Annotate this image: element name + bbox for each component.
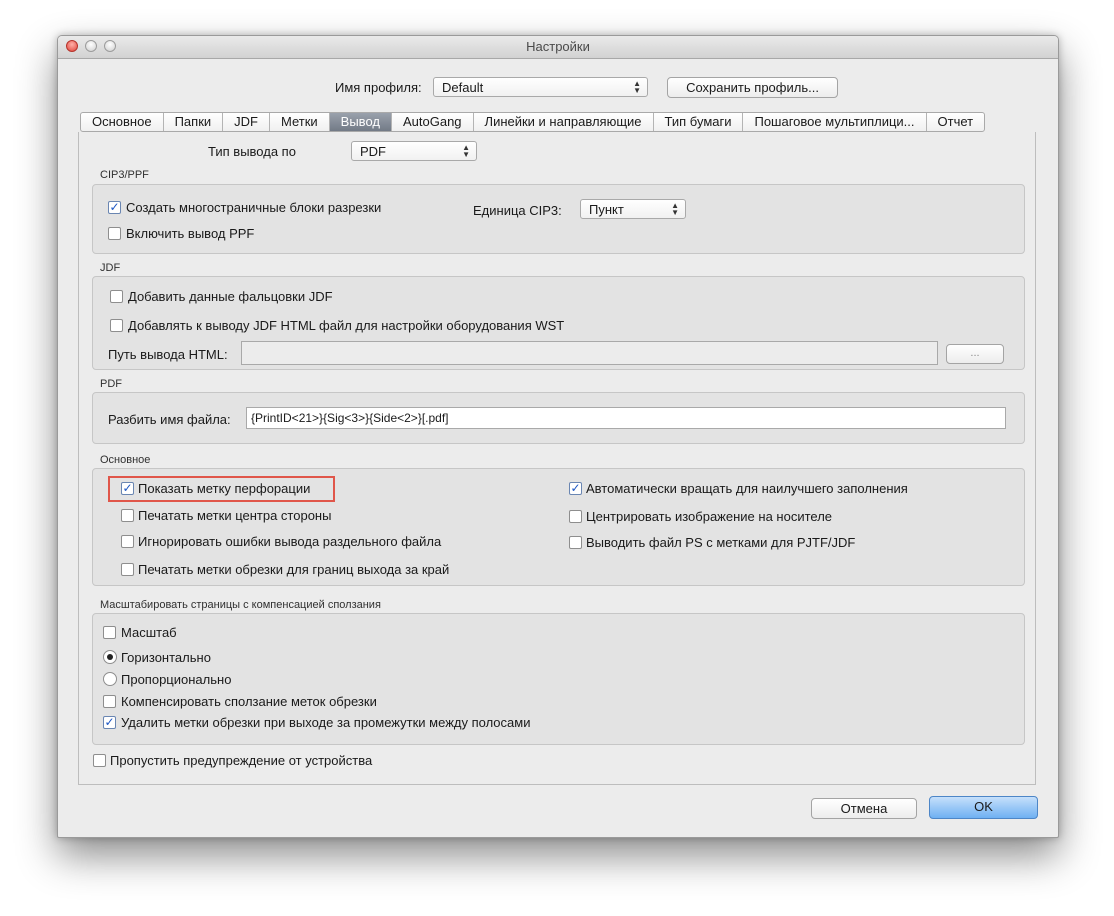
output-tab-panel: Тип вывода по PDF ▲ ▼ CIP3/PPF ✓ Создать …: [78, 132, 1036, 785]
split-name-input[interactable]: {PrintID<21>}{Sig<3>}{Side<2>}[.pdf]: [246, 407, 1006, 429]
cip3-unit-value: Пункт: [589, 202, 624, 217]
html-path-label: Путь вывода HTML:: [108, 347, 228, 362]
auto-rotate-checkbox[interactable]: ✓: [569, 482, 582, 495]
add-html-checkbox[interactable]: [110, 319, 123, 332]
output-type-select[interactable]: PDF ▲ ▼: [351, 141, 477, 161]
scale-label: Масштаб: [121, 625, 177, 640]
tab-basic[interactable]: Основное: [81, 113, 164, 131]
select-arrows-icon: ▲ ▼: [671, 201, 679, 217]
scale-group-title: Масштабировать страницы с компенсацией с…: [100, 599, 381, 611]
tab-paper-type[interactable]: Тип бумаги: [654, 113, 744, 131]
ok-button[interactable]: OK: [929, 796, 1038, 819]
ps-marks-label: Выводить файл PS с метками для PJTF/JDF: [586, 535, 856, 550]
save-profile-button[interactable]: Сохранить профиль...: [667, 77, 838, 98]
print-center-label: Печатать метки центра стороны: [138, 508, 332, 523]
html-path-input[interactable]: [241, 341, 938, 365]
tab-marks[interactable]: Метки: [270, 113, 330, 131]
tab-autogang[interactable]: AutoGang: [392, 113, 474, 131]
tab-rulers-guides[interactable]: Линейки и направляющие: [474, 113, 654, 131]
jdf-group: Добавить данные фальцовки JDF Добавлять …: [92, 276, 1025, 370]
select-arrows-icon: ▲ ▼: [462, 143, 470, 159]
general-group: ✓ Показать метку перфорации Печатать мет…: [92, 468, 1025, 586]
title-bar: Настройки: [58, 36, 1058, 59]
cip3-unit-label: Единица CIP3:: [473, 203, 562, 218]
scale-group: Масштаб Горизонтально Пропорционально Ко…: [92, 613, 1025, 745]
remove-trim-checkbox[interactable]: ✓: [103, 716, 116, 729]
jdf-group-title: JDF: [100, 262, 121, 274]
tab-jdf[interactable]: JDF: [223, 113, 270, 131]
cancel-button[interactable]: Отмена: [811, 798, 917, 819]
print-center-checkbox[interactable]: [121, 509, 134, 522]
add-html-label: Добавлять к выводу JDF HTML файл для нас…: [128, 318, 565, 333]
profile-select-value: Default: [442, 80, 484, 95]
cip3-group-title: CIP3/PPF: [100, 169, 149, 181]
create-blocks-label: Создать многостраничные блоки разрезки: [126, 200, 382, 215]
tab-folders[interactable]: Папки: [164, 113, 224, 131]
print-trim-checkbox[interactable]: [121, 563, 134, 576]
output-type-label: Тип вывода по: [208, 144, 296, 159]
auto-rotate-label: Автоматически вращать для наилучшего зап…: [586, 481, 908, 496]
window-title: Настройки: [526, 39, 590, 54]
proportional-radio[interactable]: [103, 672, 117, 686]
scale-checkbox[interactable]: [103, 626, 116, 639]
ps-marks-checkbox[interactable]: [569, 536, 582, 549]
create-blocks-checkbox[interactable]: ✓: [108, 201, 121, 214]
pdf-group: Разбить имя файла: {PrintID<21>}{Sig<3>}…: [92, 392, 1025, 444]
profile-select[interactable]: Default ▲ ▼: [433, 77, 648, 97]
add-folding-checkbox[interactable]: [110, 290, 123, 303]
skip-warning-label: Пропустить предупреждение от устройства: [110, 753, 373, 768]
remove-trim-label: Удалить метки обрезки при выходе за пром…: [121, 715, 531, 730]
select-arrows-icon: ▲ ▼: [633, 79, 641, 95]
horizontal-radio[interactable]: [103, 650, 117, 664]
pdf-group-title: PDF: [100, 378, 122, 390]
print-trim-label: Печатать метки обрезки для границ выхода…: [138, 562, 450, 577]
show-perf-checkbox[interactable]: ✓: [121, 482, 134, 495]
output-type-value: PDF: [360, 144, 386, 159]
skip-warning-checkbox[interactable]: [93, 754, 106, 767]
tab-output[interactable]: Вывод: [329, 113, 392, 131]
horizontal-label: Горизонтально: [121, 650, 211, 665]
add-folding-label: Добавить данные фальцовки JDF: [128, 289, 333, 304]
tab-step-repeat[interactable]: Пошаговое мультиплици...: [743, 113, 927, 131]
center-image-label: Центрировать изображение на носителе: [586, 509, 833, 524]
ignore-errors-checkbox[interactable]: [121, 535, 134, 548]
split-name-label: Разбить имя файла:: [108, 412, 231, 427]
enable-ppf-label: Включить вывод PPF: [126, 226, 255, 241]
compensate-label: Компенсировать сползание меток обрезки: [121, 694, 377, 709]
general-group-title: Основное: [100, 454, 151, 466]
ignore-errors-label: Игнорировать ошибки вывода раздельного ф…: [138, 534, 442, 549]
browse-html-path-button[interactable]: ...: [946, 344, 1004, 364]
enable-ppf-checkbox[interactable]: [108, 227, 121, 240]
show-perf-label: Показать метку перфорации: [138, 481, 311, 496]
proportional-label: Пропорционально: [121, 672, 232, 687]
tab-bar: Основное Папки JDF Метки Вывод AutoGang …: [80, 112, 986, 132]
settings-window: Настройки Имя профиля: Default ▲ ▼ Сохран…: [57, 35, 1059, 838]
cip3-group: ✓ Создать многостраничные блоки разрезки…: [92, 184, 1025, 254]
compensate-checkbox[interactable]: [103, 695, 116, 708]
tab-report[interactable]: Отчет: [927, 113, 985, 131]
cip3-unit-select[interactable]: Пункт ▲ ▼: [580, 199, 686, 219]
center-image-checkbox[interactable]: [569, 510, 582, 523]
profile-name-label: Имя профиля:: [335, 80, 422, 95]
